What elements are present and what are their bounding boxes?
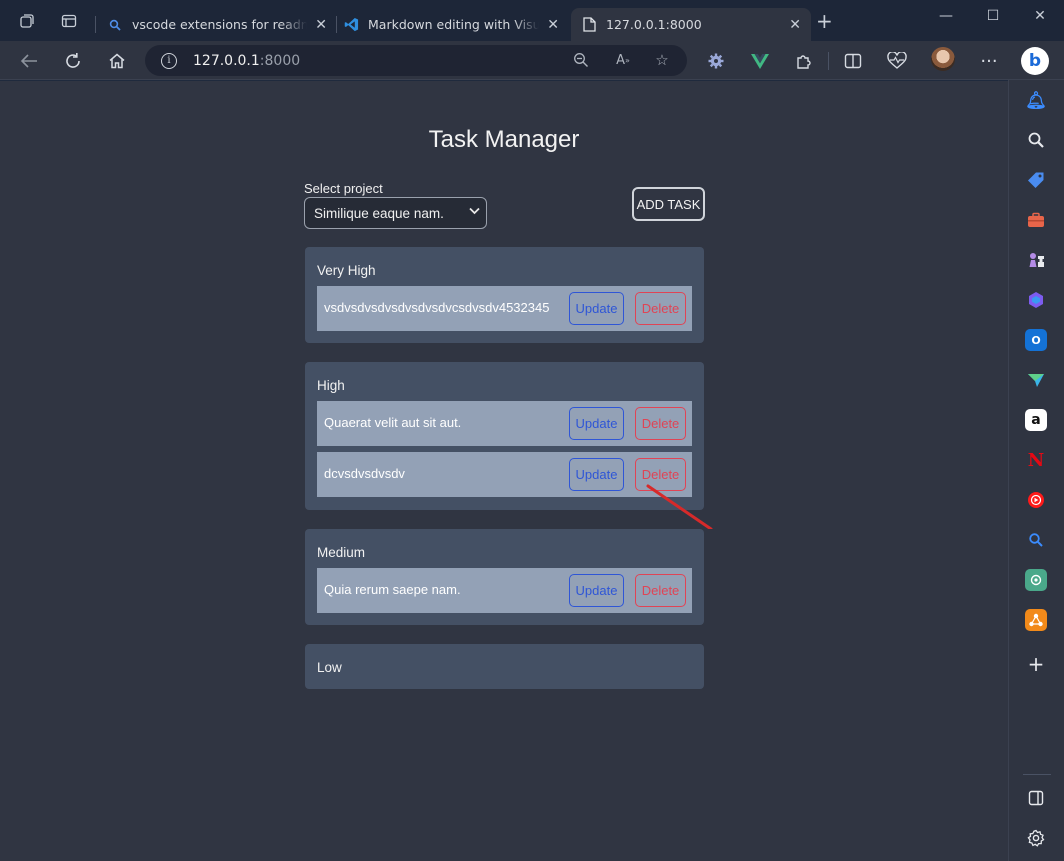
add-sidebar-app-icon[interactable]: +: [1025, 652, 1047, 676]
chevron-down-icon: [469, 206, 480, 218]
add-task-button[interactable]: ADD TASK: [632, 187, 705, 221]
outlook-icon[interactable]: O: [1025, 329, 1047, 351]
update-button[interactable]: Update: [569, 458, 624, 491]
split-screen-icon[interactable]: [840, 48, 866, 74]
bing-copilot-icon[interactable]: b: [1021, 47, 1049, 75]
back-icon[interactable]: [16, 48, 42, 74]
priority-group-very-high: Very High vsdvsdvsdvsdvsdvsdvcsdvsdv4532…: [305, 247, 704, 343]
task-text: dcvsdvsdvsdv: [324, 466, 405, 481]
task-row: vsdvsdvsdvsdvsdvsdvcsdvsdv4532345 Update…: [317, 286, 692, 331]
search-icon[interactable]: [1025, 129, 1047, 151]
address-bar[interactable]: i 127.0.0.1:8000 A» ☆: [145, 45, 687, 76]
priority-group-low: Low: [305, 644, 704, 689]
tab-title: 127.0.0.1:8000: [606, 17, 702, 32]
refresh-icon[interactable]: [60, 48, 86, 74]
microsoft-365-icon[interactable]: [1025, 289, 1047, 311]
more-menu-icon[interactable]: ···: [976, 48, 1002, 74]
tab-markdown-editing[interactable]: Markdown editing with Visual Stu ✕: [333, 8, 569, 41]
close-icon[interactable]: ✕: [547, 17, 559, 33]
tools-toolbox-icon[interactable]: [1025, 209, 1047, 231]
drop-send-icon[interactable]: [1025, 369, 1047, 391]
close-icon[interactable]: ✕: [315, 17, 327, 33]
update-button[interactable]: Update: [569, 407, 624, 440]
task-text: Quaerat velit aut sit aut.: [324, 415, 462, 430]
youtube-music-icon[interactable]: [1025, 489, 1047, 511]
app-network-icon[interactable]: [1025, 609, 1047, 631]
annotation-arrow: [646, 484, 713, 529]
vscode-icon: [343, 17, 359, 33]
games-chess-icon[interactable]: [1025, 249, 1047, 271]
netflix-icon[interactable]: N: [1025, 449, 1047, 471]
browser-essentials-icon[interactable]: [884, 48, 910, 74]
group-title: Very High: [317, 263, 376, 278]
tab-vscode-extensions[interactable]: vscode extensions for readme.M ✕: [97, 8, 337, 41]
new-tab-icon[interactable]: +: [816, 11, 833, 31]
selected-project: Similique eaque nam.: [314, 205, 444, 221]
close-window-icon[interactable]: ✕: [1030, 8, 1050, 24]
task-row: Quia rerum saepe nam. Update Delete: [317, 568, 692, 613]
vue-devtools-icon[interactable]: [747, 48, 773, 74]
hide-sidebar-icon[interactable]: [1025, 787, 1047, 809]
project-select[interactable]: Similique eaque nam.: [304, 197, 487, 229]
task-row: dcvsdvsdvsdv Update Delete: [317, 452, 692, 497]
profile-avatar[interactable]: [931, 47, 955, 71]
workspaces-icon[interactable]: [15, 9, 39, 33]
address-port: :8000: [259, 52, 301, 69]
delete-button[interactable]: Delete: [635, 407, 686, 440]
home-icon[interactable]: [104, 48, 130, 74]
task-row: Quaerat velit aut sit aut. Update Delete: [317, 401, 692, 446]
tab-localhost[interactable]: 127.0.0.1:8000 ✕: [571, 8, 811, 41]
shopping-tag-icon[interactable]: [1025, 169, 1047, 191]
read-aloud-icon[interactable]: A»: [613, 50, 633, 70]
delete-button[interactable]: Delete: [635, 574, 686, 607]
notification-bell-icon[interactable]: 🔔︎: [1025, 90, 1047, 112]
favorite-star-icon[interactable]: ☆: [652, 50, 672, 70]
address-host: 127.0.0.1: [193, 52, 260, 69]
search-web-icon[interactable]: [1025, 529, 1047, 551]
tab-actions-icon[interactable]: [57, 9, 81, 33]
tab-strip: vscode extensions for readme.M ✕ Markdow…: [0, 0, 1064, 41]
edge-sidebar: 🔔︎ O a N +: [1008, 80, 1064, 861]
delete-button[interactable]: Delete: [635, 292, 686, 325]
amazon-icon[interactable]: a: [1025, 409, 1047, 431]
update-button[interactable]: Update: [569, 292, 624, 325]
extensions-puzzle-icon[interactable]: [791, 48, 817, 74]
maximize-icon[interactable]: ☐: [983, 8, 1003, 24]
browser-toolbar: i 127.0.0.1:8000 A» ☆ ···: [0, 41, 1064, 80]
close-icon[interactable]: ✕: [789, 17, 801, 33]
priority-group-medium: Medium Quia rerum saepe nam. Update Dele…: [305, 529, 704, 625]
task-text: vsdvsdvsdvsdvsdvsdvcsdvsdv4532345: [324, 300, 550, 315]
settings-extension-icon[interactable]: [703, 48, 729, 74]
search-icon: [107, 17, 123, 33]
tab-title: Markdown editing with Visual Stu: [368, 17, 540, 32]
chatgpt-icon[interactable]: [1025, 569, 1047, 591]
zoom-icon[interactable]: [571, 50, 591, 70]
page-title: Task Manager: [428, 126, 580, 153]
site-info-icon[interactable]: i: [161, 52, 177, 69]
minimize-icon[interactable]: —: [936, 8, 956, 24]
update-button[interactable]: Update: [569, 574, 624, 607]
group-title: Low: [317, 660, 342, 675]
page-content: Task Manager Select project Similique ea…: [0, 81, 1008, 861]
group-title: Medium: [317, 545, 366, 560]
select-project-label: Select project: [304, 181, 383, 196]
sidebar-settings-icon[interactable]: [1025, 827, 1047, 849]
tab-title: vscode extensions for readme.M: [132, 17, 308, 32]
page-icon: [581, 17, 597, 33]
task-text: Quia rerum saepe nam.: [324, 582, 461, 597]
group-title: High: [317, 378, 345, 393]
